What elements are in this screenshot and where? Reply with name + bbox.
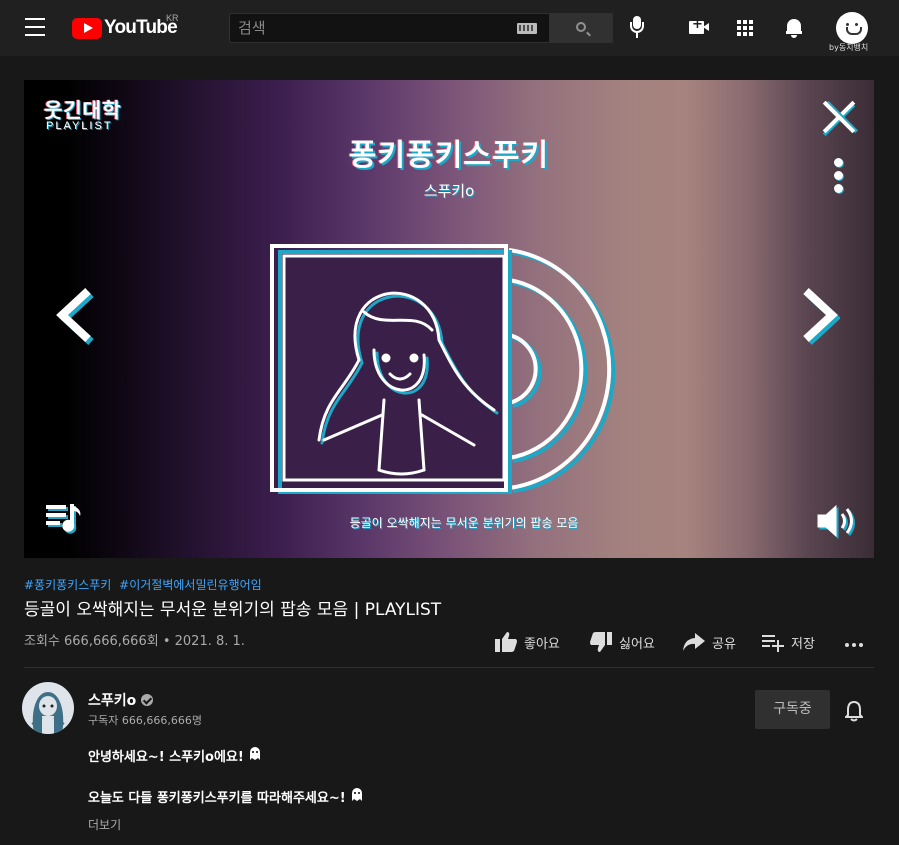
playlist-title: 퐁키퐁키스푸키 [348, 138, 550, 173]
player-channel-logo: 웃긴대학 [44, 98, 122, 122]
description-text: 안녕하세요~! 스푸키o에요! [88, 750, 244, 765]
account-caption: by동치뱅치 [829, 43, 869, 52]
description-line: 안녕하세요~! 스푸키o에요! [88, 746, 262, 765]
dislike-label: 싫어요 [619, 636, 655, 652]
subscriber-count: 구독자 666,666,666명 [88, 714, 202, 727]
logo-country-code: KR [166, 13, 179, 23]
like-button[interactable]: 좋아요 [494, 628, 560, 656]
vinyl-record-icon [512, 251, 616, 493]
share-label: 공유 [712, 636, 736, 652]
playlist-add-icon [762, 635, 784, 652]
video-title: 등골이 오싹해지는 무서운 분위기의 팝송 모음 | PLAYLIST [24, 600, 442, 620]
volume-icon[interactable] [814, 502, 862, 546]
account-avatar[interactable] [836, 12, 868, 44]
subscribe-button[interactable]: 구독중 [755, 690, 830, 729]
playlist-icon[interactable] [44, 502, 88, 542]
dislike-button[interactable]: 싫어요 [589, 628, 655, 656]
playlist-artist: 스푸키o [423, 182, 475, 200]
description-text: 오늘도 다들 퐁키퐁키스푸키를 따라해주세요~! [88, 791, 346, 806]
save-label: 저장 [791, 636, 815, 652]
video-player[interactable]: 웃긴대학 PLAYLIST 퐁키퐁키스푸키 스푸키o 등골이 오싹해지는 무서운… [24, 80, 874, 558]
show-more-link[interactable]: 더보기 [88, 816, 121, 833]
notifications-icon[interactable] [786, 18, 802, 38]
youtube-play-icon [72, 17, 102, 39]
youtube-logo[interactable]: YouTube [72, 16, 178, 40]
more-horiz-icon [845, 643, 863, 647]
share-button[interactable]: 공유 [682, 628, 736, 656]
divider [24, 667, 874, 668]
share-icon [683, 633, 705, 651]
next-arrow-icon[interactable] [800, 285, 840, 345]
channel-name-text: 스푸키o [88, 693, 137, 709]
like-label: 좋아요 [524, 636, 560, 652]
action-bar: 좋아요 싫어요 공유 저장 [0, 628, 899, 656]
menu-icon[interactable] [24, 18, 46, 38]
masthead: YouTube KR by동치뱅치 [0, 0, 899, 56]
search-input[interactable] [230, 14, 510, 42]
channel-avatar[interactable] [22, 682, 74, 734]
notification-bell-icon[interactable] [843, 700, 865, 726]
keyboard-icon[interactable] [517, 23, 537, 34]
ghost-icon [248, 746, 262, 765]
microphone-icon[interactable] [629, 16, 645, 40]
search-icon [576, 22, 586, 32]
create-video-icon[interactable] [689, 17, 709, 34]
hashtag-link[interactable]: #이거절벽에서밀린유행어임 [119, 578, 262, 592]
ghost-icon [350, 787, 364, 806]
playlist-caption: 등골이 오싹해지는 무서운 분위기의 팝송 모음 [349, 516, 579, 530]
hashtags: #퐁키퐁키스푸키 #이거절벽에서밀린유행어임 [24, 576, 266, 593]
previous-arrow-icon[interactable] [54, 285, 94, 345]
thumbs-down-icon [590, 632, 612, 652]
search-box [229, 13, 549, 43]
album-art [264, 240, 624, 504]
description-line: 오늘도 다들 퐁키퐁키스푸키를 따라해주세요~! [88, 787, 364, 806]
channel-name[interactable]: 스푸키o [88, 690, 154, 710]
search-button[interactable] [549, 13, 613, 43]
apps-grid-icon[interactable] [737, 20, 753, 36]
thumbs-up-icon [495, 632, 517, 652]
save-button[interactable]: 저장 [761, 628, 815, 656]
hashtag-link[interactable]: #퐁키퐁키스푸키 [24, 578, 111, 592]
verified-icon [141, 694, 154, 706]
more-actions-button[interactable] [843, 628, 865, 656]
